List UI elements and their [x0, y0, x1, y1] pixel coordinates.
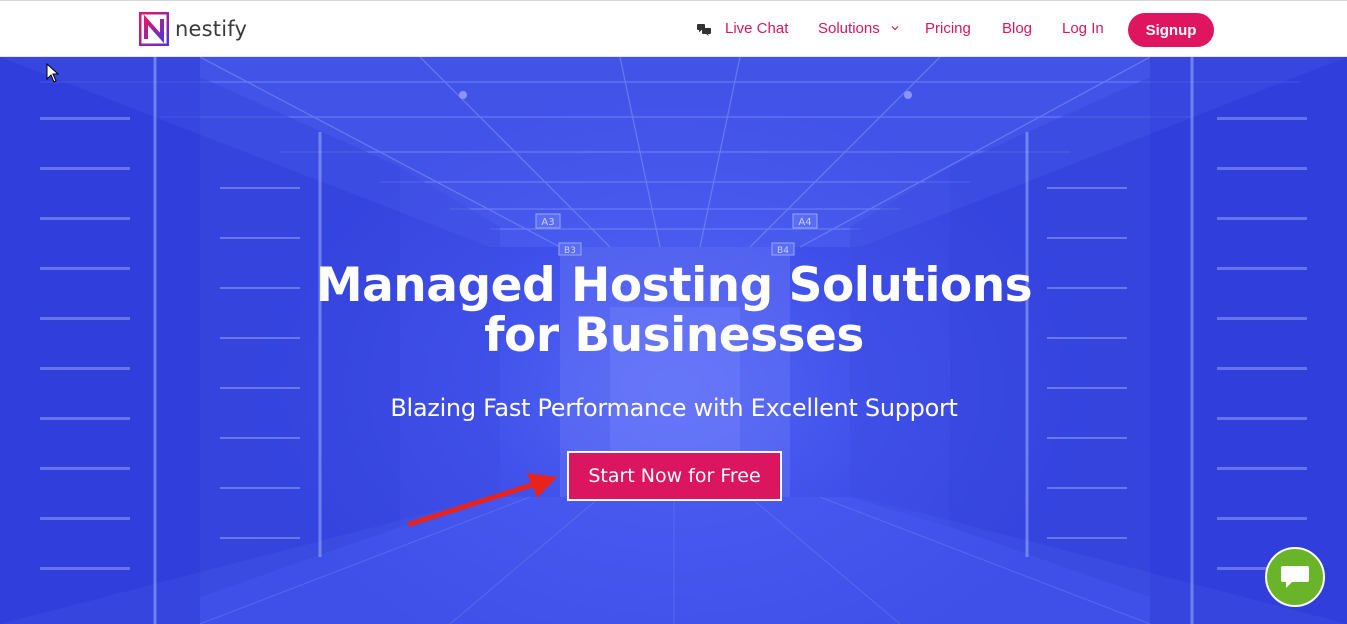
nestify-logo-icon — [139, 12, 169, 46]
hero-section: A3 A4 B3 B4 Managed Hosting Solutions fo… — [0, 57, 1347, 624]
mouse-pointer-icon — [46, 63, 59, 83]
brand-name: nestify — [175, 17, 248, 41]
sign-a4: A4 — [798, 217, 811, 228]
nav-pricing[interactable]: Pricing — [925, 20, 971, 37]
nav-blog[interactable]: Blog — [1002, 20, 1032, 37]
top-navbar: nestify Live Chat Solutions Pricing Blog… — [0, 0, 1347, 57]
signup-button[interactable]: Signup — [1128, 13, 1214, 47]
red-arrow-annotation — [407, 473, 557, 527]
chevron-down-icon[interactable] — [891, 24, 899, 32]
hero-title: Managed Hosting Solutions for Businesses — [315, 258, 1033, 363]
nav-live-chat[interactable]: Live Chat — [725, 20, 788, 37]
nav-login[interactable]: Log In — [1062, 20, 1104, 37]
hero-subtitle: Blazing Fast Performance with Excellent … — [390, 394, 958, 422]
start-now-button[interactable]: Start Now for Free — [567, 451, 782, 501]
sign-a3: A3 — [541, 217, 554, 228]
chat-widget-button[interactable] — [1265, 547, 1325, 607]
sign-b3: B3 — [564, 246, 576, 256]
brand-logo[interactable]: nestify — [139, 12, 247, 46]
nav-solutions[interactable]: Solutions — [818, 20, 880, 37]
chat-bubble-icon — [1281, 566, 1309, 588]
chat-bubbles-icon — [697, 24, 711, 36]
sign-b4: B4 — [777, 246, 789, 256]
